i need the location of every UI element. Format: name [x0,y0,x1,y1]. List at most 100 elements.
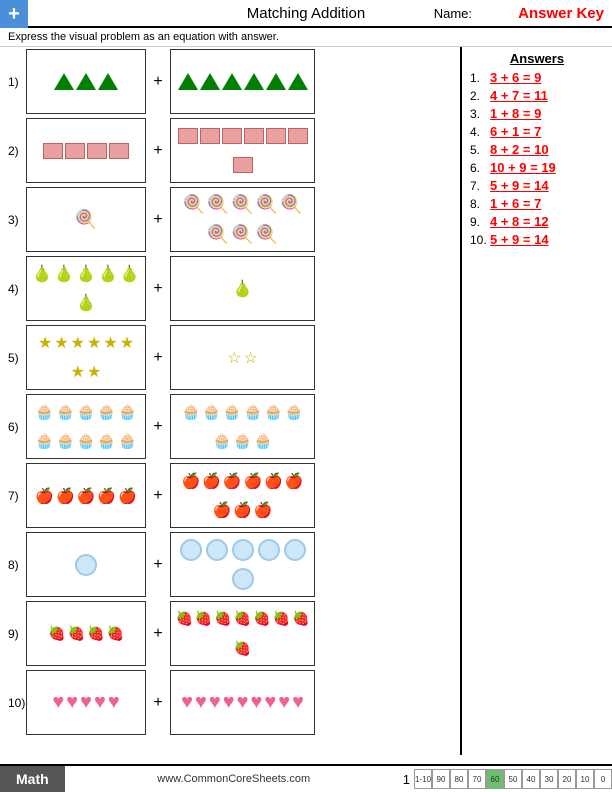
answer-text-7: 5 + 9 = 14 [490,178,549,193]
plus-sign: + [146,694,170,712]
muffin-icon: 🧁 [118,403,137,421]
muffin-icon: 🧁 [77,403,96,421]
apple-icon: 🍎 [212,501,231,519]
plus-sign: + [146,487,170,505]
problem-num-9: 9) [8,627,26,641]
swirl-icon: 🍭 [256,194,278,215]
problems-section: 1) + 2) [0,47,460,755]
strawberry-icon: 🍓 [253,610,270,627]
problem-num-2: 2) [8,144,26,158]
answer-item-10: 10. 5 + 9 = 14 [470,232,604,247]
strawberry-icon: 🍓 [273,610,290,627]
circle-icon [232,568,254,590]
star-outline-icon: ☆ [227,348,241,368]
answers-panel: Answers 1. 3 + 6 = 9 2. 4 + 7 = 11 3. 1 … [460,47,612,755]
circle-icon [232,539,254,561]
problem-row-6: 6) 🧁 🧁 🧁 🧁 🧁 🧁 🧁 🧁 🧁 🧁 + � [8,394,452,459]
star-icon: ★ [71,333,85,353]
swirl-icon: 🍭 [207,224,229,245]
problem-box-10-right: ♥ ♥ ♥ ♥ ♥ ♥ ♥ ♥ ♥ [170,670,315,735]
problem-box-7-left: 🍎 🍎 🍎 🍎 🍎 [26,463,146,528]
problem-row-4: 4) 🍐 🍐 🍐 🍐 🍐 🍐 + 🍐 [8,256,452,321]
answer-num-6: 6. [470,161,490,175]
footer-page: 1 [403,772,410,787]
heart-icon: ♥ [52,691,64,714]
star-icon: ★ [87,362,101,382]
problem-box-5-left: ★ ★ ★ ★ ★ ★ ★ ★ [26,325,146,390]
apple-icon: 🍎 [97,487,116,505]
star-icon: ★ [87,333,101,353]
rect-icon [200,128,220,144]
answer-text-8: 1 + 6 = 7 [490,196,541,211]
problem-box-9-left: 🍓 🍓 🍓 🍓 [26,601,146,666]
answer-num-2: 2. [470,89,490,103]
problem-box-8-right [170,532,315,597]
answer-text-9: 4 + 8 = 12 [490,214,549,229]
answer-item-6: 6. 10 + 9 = 19 [470,160,604,175]
triangle-icon [200,73,220,90]
star-icon: ★ [120,333,134,353]
problem-box-8-left [26,532,146,597]
heart-icon: ♥ [264,691,276,714]
problem-num-8: 8) [8,558,26,572]
muffin-icon: 🧁 [254,432,273,450]
star-icon: ★ [38,333,52,353]
answer-num-3: 3. [470,107,490,121]
problem-row-8: 8) + [8,532,452,597]
muffin-icon: 🧁 [285,403,304,421]
score-90: 90 [432,769,450,789]
problem-num-4: 4) [8,282,26,296]
strawberry-icon: 🍓 [292,610,309,627]
problem-box-4-right: 🍐 [170,256,315,321]
problem-num-7: 7) [8,489,26,503]
problem-row-3: 3) 🍭 + 🍭 🍭 🍭 🍭 🍭 🍭 🍭 🍭 [8,187,452,252]
problem-box-4-left: 🍐 🍐 🍐 🍐 🍐 🍐 [26,256,146,321]
pear-icon: 🍐 [98,264,118,284]
problem-row-5: 5) ★ ★ ★ ★ ★ ★ ★ ★ + ☆ ☆ [8,325,452,390]
swirl-icon: 🍭 [207,194,229,215]
apple-icon: 🍎 [202,472,221,490]
triangle-icon [178,73,198,90]
triangle-icon [266,73,286,90]
heart-icon: ♥ [80,691,92,714]
plus-sign: + [146,280,170,298]
apple-icon: 🍎 [254,501,273,519]
rect-icon [65,143,85,159]
plus-sign: + [146,142,170,160]
problem-num-5: 5) [8,351,26,365]
star-icon: ★ [54,333,68,353]
problem-box-10-left: ♥ ♥ ♥ ♥ ♥ [26,670,146,735]
answer-text-5: 8 + 2 = 10 [490,142,549,157]
triangle-icon [244,73,264,90]
score-10: 10 [576,769,594,789]
answer-item-9: 9. 4 + 8 = 12 [470,214,604,229]
instruction: Express the visual problem as an equatio… [0,28,612,47]
swirl-icon: 🍭 [256,224,278,245]
answers-title: Answers [470,51,604,66]
pear-icon: 🍐 [233,279,253,299]
plus-sign: + [146,625,170,643]
score-50: 50 [504,769,522,789]
heart-icon: ♥ [223,691,235,714]
pear-icon: 🍐 [54,264,74,284]
score-20: 20 [558,769,576,789]
apple-icon: 🍎 [223,472,242,490]
apple-icon: 🍎 [77,487,96,505]
answer-text-3: 1 + 8 = 9 [490,106,541,121]
plus-sign: + [146,211,170,229]
problem-box-3-right: 🍭 🍭 🍭 🍭 🍭 🍭 🍭 🍭 [170,187,315,252]
heart-icon: ♥ [250,691,262,714]
strawberry-icon: 🍓 [214,610,231,627]
muffin-icon: 🧁 [35,403,54,421]
problem-box-2-left [26,118,146,183]
problem-box-6-right: 🧁 🧁 🧁 🧁 🧁 🧁 🧁 🧁 🧁 [170,394,315,459]
plus-sign: + [146,556,170,574]
muffin-icon: 🧁 [35,432,54,450]
answer-text-1: 3 + 6 = 9 [490,70,541,85]
answer-num-5: 5. [470,143,490,157]
muffin-icon: 🧁 [181,403,200,421]
strawberry-icon: 🍓 [48,625,65,642]
rect-icon [266,128,286,144]
logo-icon [0,0,28,28]
problem-row-9: 9) 🍓 🍓 🍓 🍓 + 🍓 🍓 🍓 🍓 🍓 🍓 � [8,601,452,666]
